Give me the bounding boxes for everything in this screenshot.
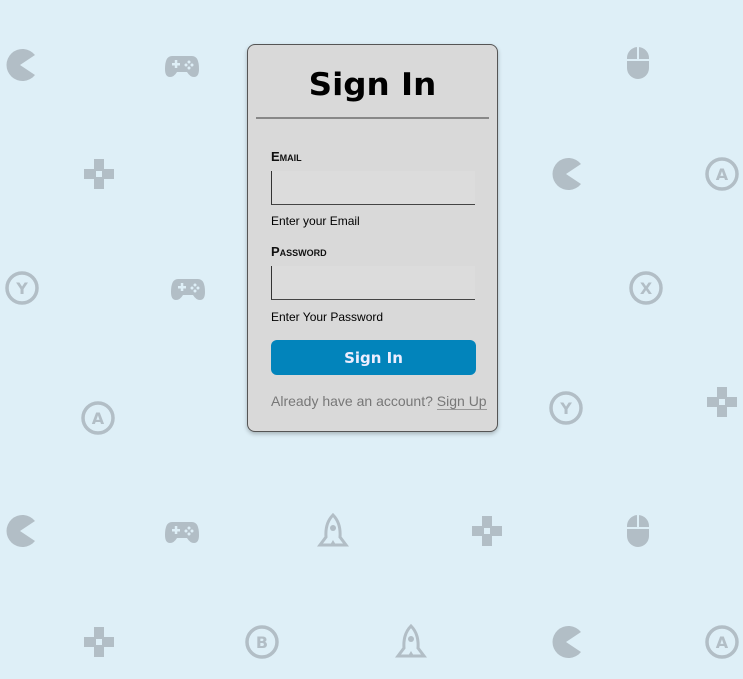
a-button-icon: A — [80, 400, 116, 436]
svg-text:A: A — [716, 165, 729, 184]
pacman-icon — [548, 624, 584, 660]
dpad-icon — [704, 384, 740, 420]
y-button-icon: Y — [548, 390, 584, 426]
pacman-icon — [2, 513, 38, 549]
sign-up-link[interactable]: Sign Up — [436, 393, 487, 410]
b-button-icon: B — [244, 624, 280, 660]
dpad-icon — [469, 513, 505, 549]
sign-in-card: Sign In Email Enter your Email Password … — [247, 44, 498, 432]
rocket-icon — [393, 624, 429, 660]
password-hint: Enter Your Password — [271, 310, 384, 324]
x-button-icon: X — [628, 270, 664, 306]
gamepad-icon — [164, 513, 200, 549]
svg-text:Y: Y — [15, 279, 28, 298]
svg-text:A: A — [716, 633, 729, 652]
mouse-icon — [620, 45, 656, 81]
a-button-icon: A — [704, 156, 740, 192]
svg-text:A: A — [92, 409, 105, 428]
divider — [256, 117, 489, 119]
pacman-icon — [548, 156, 584, 192]
pacman-icon — [2, 47, 38, 83]
page-title: Sign In — [308, 67, 437, 103]
email-hint: Enter your Email — [271, 214, 360, 228]
dpad-icon — [81, 624, 117, 660]
gamepad-icon — [170, 270, 206, 306]
signup-prompt-text: Already have an account? — [271, 393, 433, 409]
mouse-icon — [620, 513, 656, 549]
password-label: Password — [271, 244, 327, 259]
rocket-icon — [315, 513, 351, 549]
svg-text:X: X — [640, 279, 653, 298]
sign-in-button[interactable]: Sign In — [271, 340, 476, 375]
y-button-icon: Y — [4, 270, 40, 306]
email-input[interactable] — [271, 171, 475, 205]
a-button-icon: A — [704, 624, 740, 660]
gamepad-icon — [164, 47, 200, 83]
dpad-icon — [81, 156, 117, 192]
svg-text:Y: Y — [559, 399, 572, 418]
signup-prompt: Already have an account? Sign Up — [271, 393, 487, 410]
password-input[interactable] — [271, 266, 475, 300]
email-label: Email — [271, 149, 302, 164]
svg-text:B: B — [256, 633, 268, 652]
